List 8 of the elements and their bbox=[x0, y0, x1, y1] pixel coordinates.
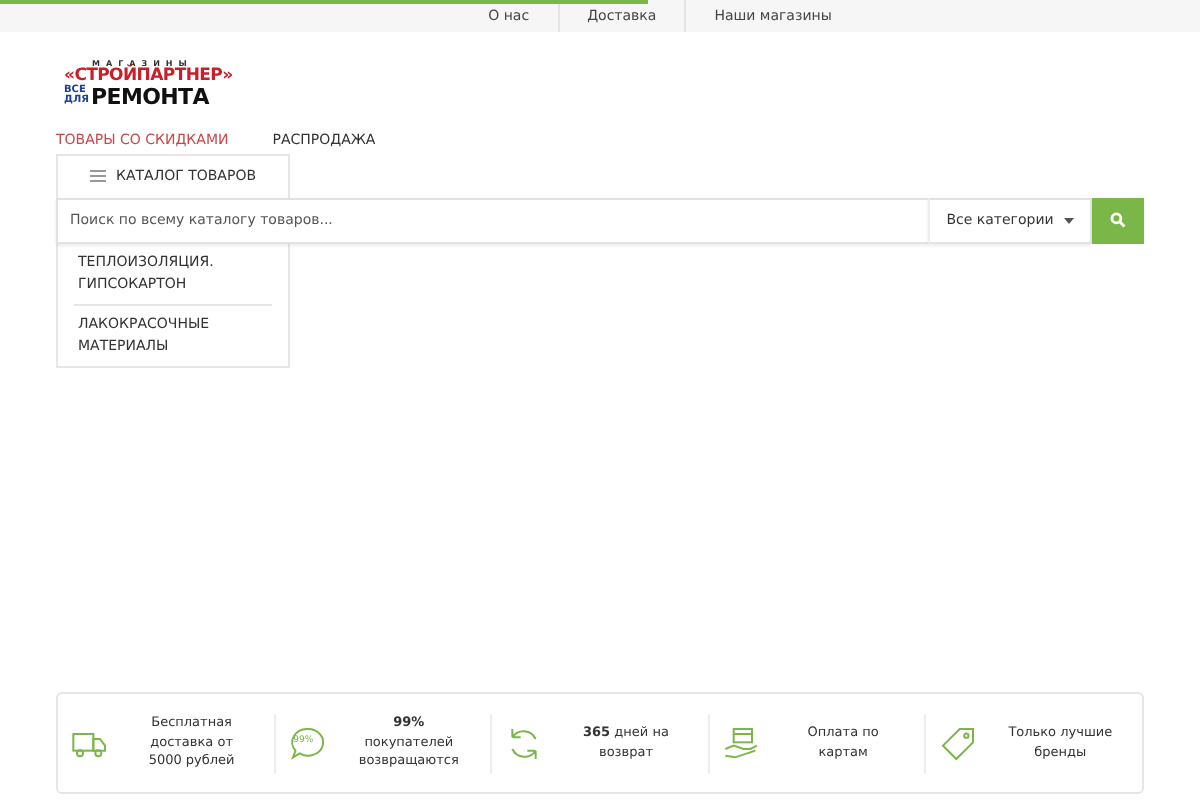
search-button[interactable] bbox=[1092, 197, 1144, 243]
search-icon bbox=[1110, 212, 1126, 228]
hand-with-card-icon bbox=[721, 723, 762, 763]
menu-icon bbox=[90, 170, 106, 182]
logo-text: «СТРОЙПАРТНЕР» bbox=[64, 68, 233, 85]
caret-icon bbox=[1063, 217, 1074, 223]
logo-text: РЕМОНТА bbox=[90, 85, 209, 107]
price-tag-icon bbox=[938, 723, 979, 763]
